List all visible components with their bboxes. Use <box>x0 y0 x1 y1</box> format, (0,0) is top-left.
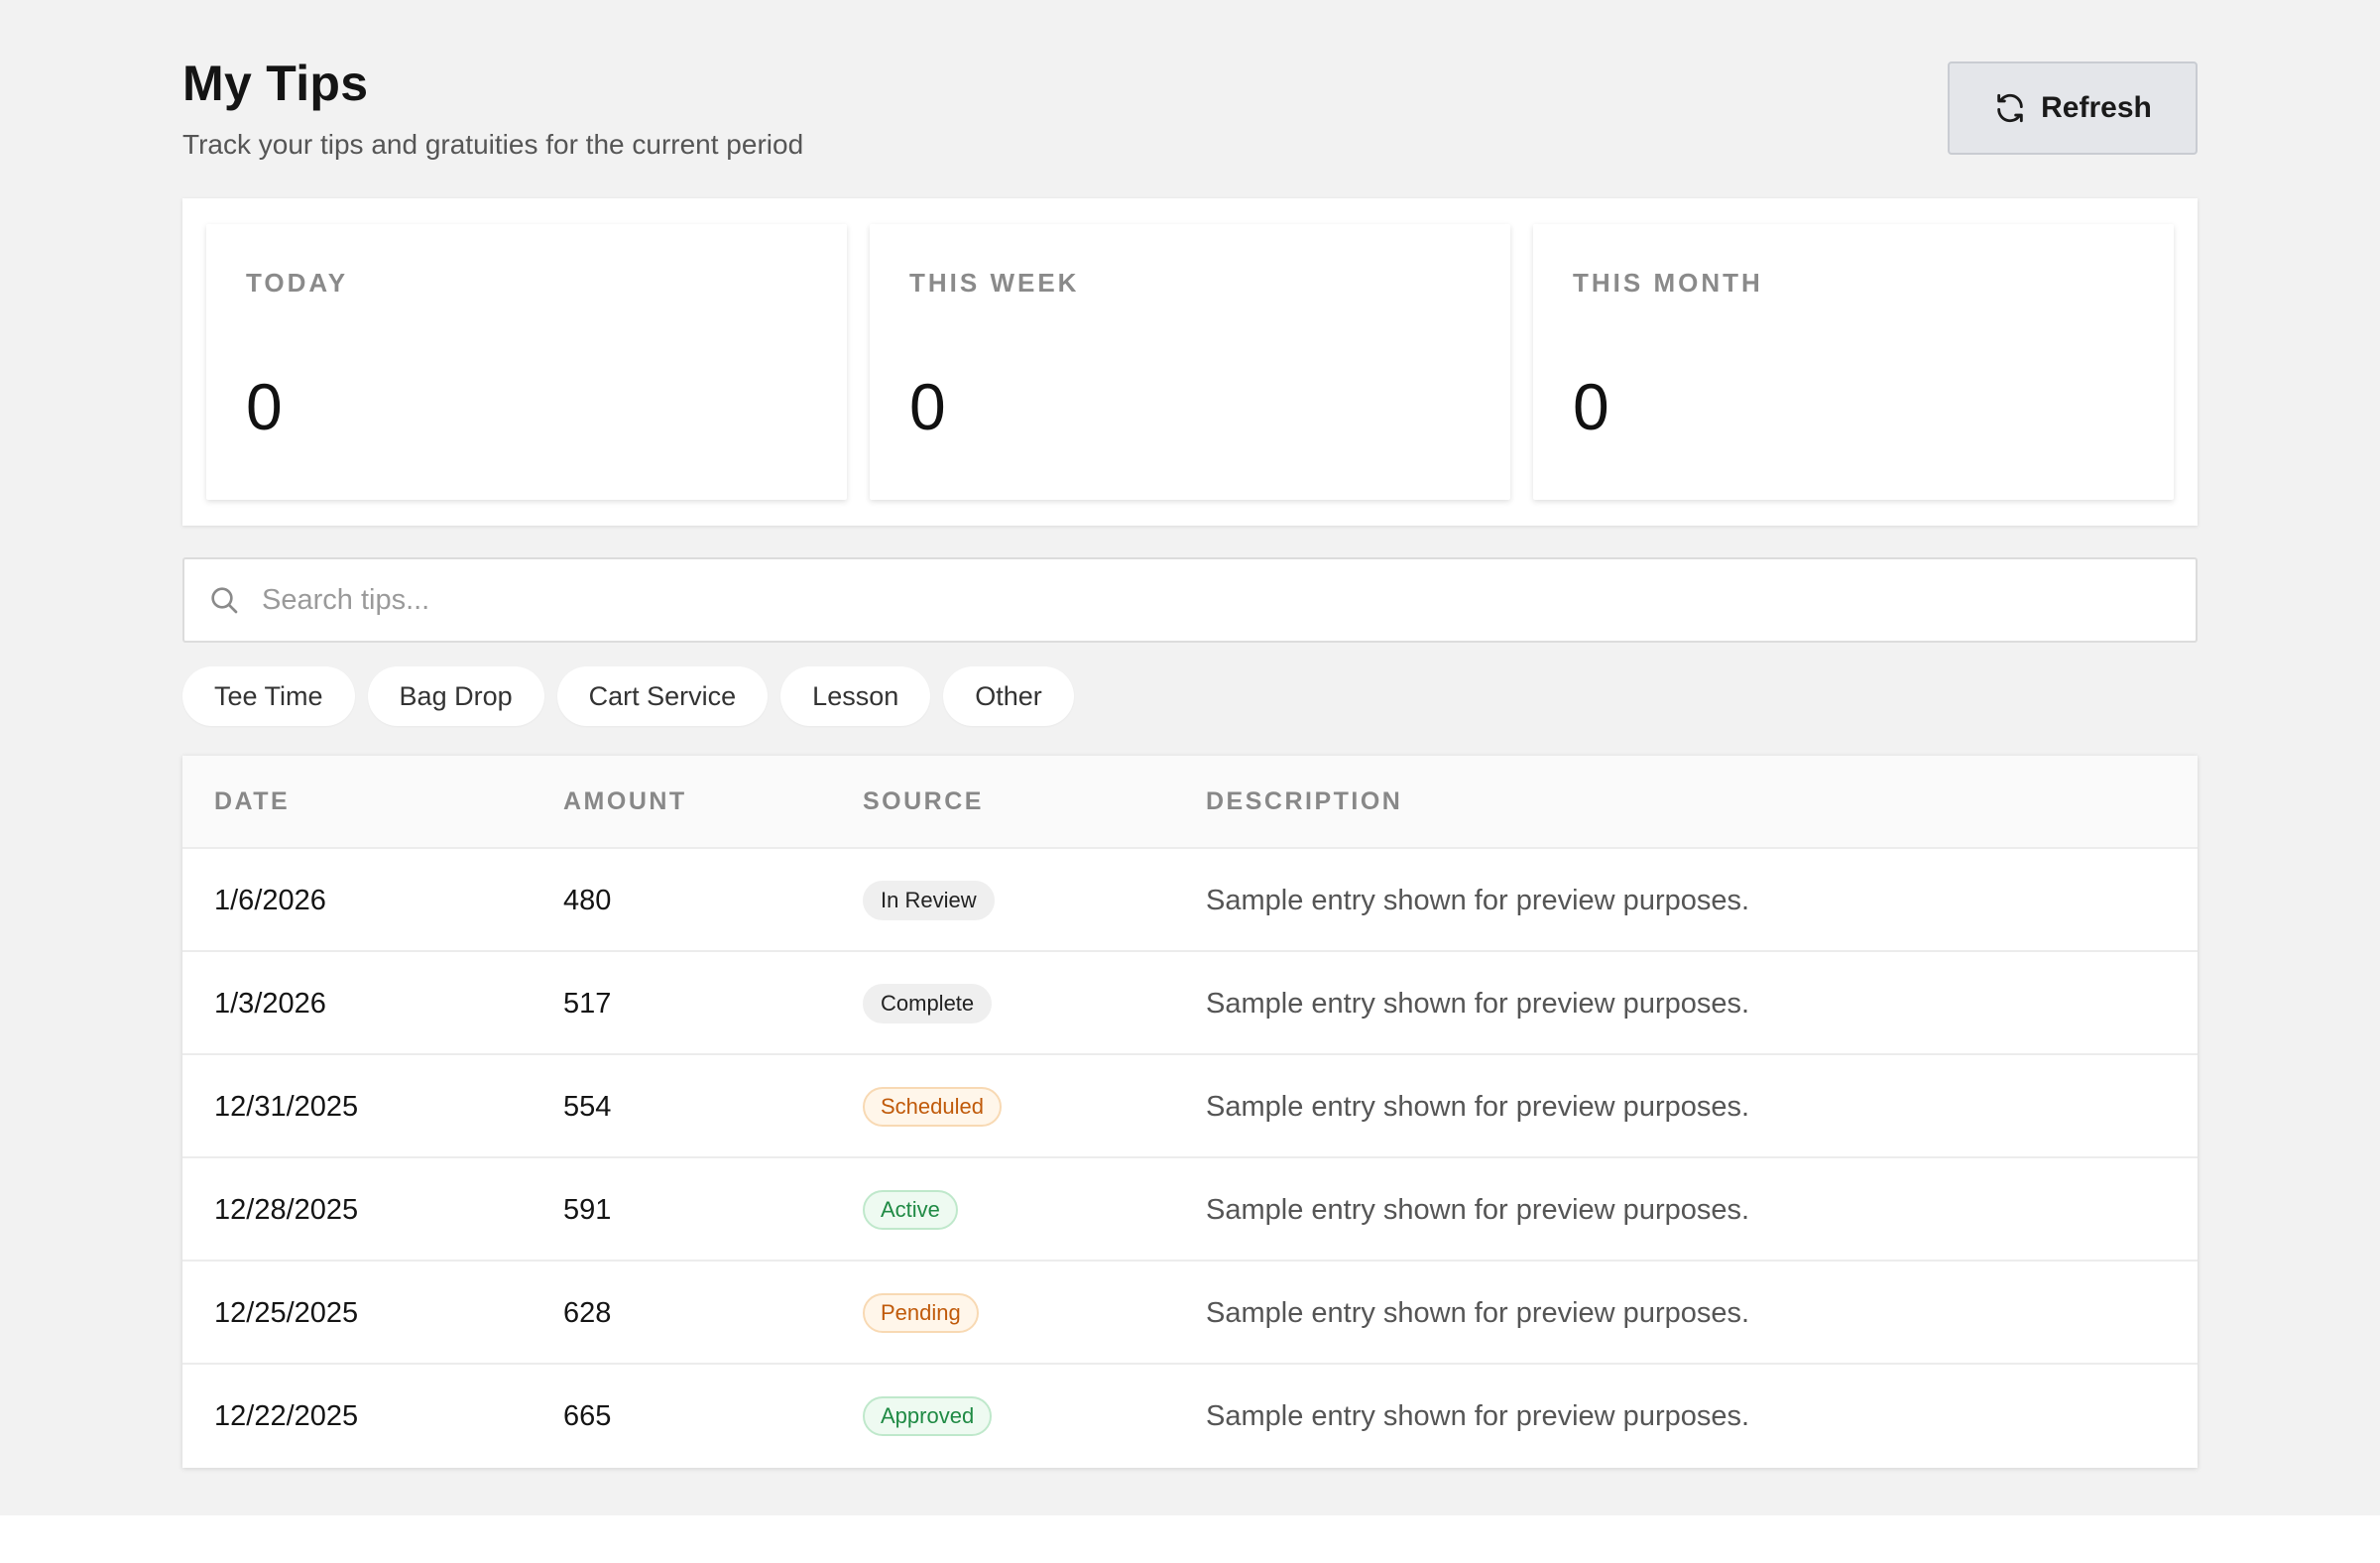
refresh-button-label: Refresh <box>2041 91 2152 124</box>
refresh-icon <box>1993 91 2027 125</box>
cell-amount: 665 <box>563 1399 612 1432</box>
cell-source: In Review <box>863 849 995 952</box>
filter-chips: Tee Time Bag Drop Cart Service Lesson Ot… <box>182 666 1074 726</box>
stats-panel: TODAY 0 THIS WEEK 0 THIS MONTH 0 <box>182 198 2198 526</box>
cell-source: Complete <box>863 952 993 1055</box>
cell-description: Sample entry shown for preview purposes. <box>1206 1090 1750 1123</box>
search-box <box>182 557 2198 643</box>
cell-date: 12/28/2025 <box>214 1193 359 1226</box>
stat-value: 0 <box>1573 370 1609 443</box>
filter-chip-tee-time[interactable]: Tee Time <box>182 666 355 726</box>
table-row[interactable]: 1/3/2026 517 Complete Sample entry shown… <box>182 950 2198 1053</box>
cell-source: Scheduled <box>863 1055 1002 1158</box>
column-header-description[interactable]: DESCRIPTION <box>1206 787 1402 816</box>
stat-card-this-week: THIS WEEK 0 <box>870 224 1510 500</box>
column-header-date[interactable]: DATE <box>214 787 290 816</box>
table-row[interactable]: 12/25/2025 628 Pending Sample entry show… <box>182 1260 2198 1363</box>
filter-chip-bag-drop[interactable]: Bag Drop <box>367 666 544 726</box>
filter-chip-cart-service[interactable]: Cart Service <box>556 666 769 726</box>
cell-description: Sample entry shown for preview purposes. <box>1206 1193 1750 1226</box>
status-badge: Approved <box>863 1396 993 1436</box>
cell-date: 1/6/2026 <box>214 884 326 916</box>
tips-table: DATE AMOUNT SOURCE DESCRIPTION 1/6/2026 … <box>182 756 2198 1468</box>
cell-source: Active <box>863 1158 958 1262</box>
table-row[interactable]: 12/31/2025 554 Scheduled Sample entry sh… <box>182 1053 2198 1156</box>
cell-amount: 517 <box>563 987 612 1020</box>
page-subtitle: Track your tips and gratuities for the c… <box>182 129 804 160</box>
cell-description: Sample entry shown for preview purposes. <box>1206 1296 1750 1329</box>
cell-source: Approved <box>863 1365 993 1468</box>
cell-amount: 591 <box>563 1193 612 1226</box>
cell-source: Pending <box>863 1262 979 1365</box>
cell-description: Sample entry shown for preview purposes. <box>1206 987 1750 1020</box>
stat-card-this-month: THIS MONTH 0 <box>1533 224 2174 500</box>
cell-amount: 628 <box>563 1296 612 1329</box>
stat-label: TODAY <box>246 268 349 298</box>
table-row[interactable]: 12/22/2025 665 Approved Sample entry sho… <box>182 1363 2198 1466</box>
filter-chip-other[interactable]: Other <box>943 666 1074 726</box>
cell-date: 12/22/2025 <box>214 1399 359 1432</box>
page-header: My Tips Track your tips and gratuities f… <box>182 54 803 163</box>
status-badge: Active <box>863 1190 958 1230</box>
stat-label: THIS WEEK <box>909 268 1080 298</box>
cell-amount: 554 <box>563 1090 612 1123</box>
filter-chip-lesson[interactable]: Lesson <box>780 666 931 726</box>
page-title: My Tips <box>182 56 369 111</box>
table-row[interactable]: 12/28/2025 591 Active Sample entry shown… <box>182 1156 2198 1260</box>
status-badge: Scheduled <box>863 1087 1002 1127</box>
stat-card-today: TODAY 0 <box>206 224 847 500</box>
refresh-button[interactable]: Refresh <box>1948 61 2198 155</box>
cell-date: 12/25/2025 <box>214 1296 359 1329</box>
column-header-source[interactable]: SOURCE <box>863 787 984 816</box>
cell-description: Sample entry shown for preview purposes. <box>1206 884 1750 916</box>
table-row[interactable]: 1/6/2026 480 In Review Sample entry show… <box>182 847 2198 950</box>
search-input[interactable] <box>262 560 2196 640</box>
status-badge: Pending <box>863 1293 979 1333</box>
cell-date: 1/3/2026 <box>214 987 326 1020</box>
stat-value: 0 <box>909 370 946 443</box>
table-header: DATE AMOUNT SOURCE DESCRIPTION <box>182 756 2198 847</box>
stat-label: THIS MONTH <box>1573 268 1763 298</box>
status-badge: In Review <box>863 881 995 920</box>
status-badge: Complete <box>863 984 993 1023</box>
stat-value: 0 <box>246 370 283 443</box>
cell-amount: 480 <box>563 884 612 916</box>
column-header-amount[interactable]: AMOUNT <box>563 787 687 816</box>
cell-date: 12/31/2025 <box>214 1090 359 1123</box>
search-icon <box>208 584 240 616</box>
page-background: My Tips Track your tips and gratuities f… <box>0 0 2380 1515</box>
cell-description: Sample entry shown for preview purposes. <box>1206 1399 1750 1432</box>
